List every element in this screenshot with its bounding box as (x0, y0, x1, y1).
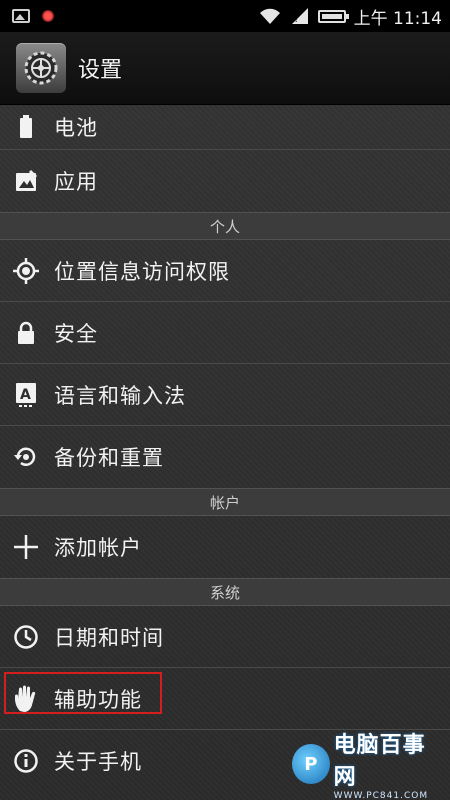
image-icon (12, 9, 30, 23)
setting-apps[interactable]: 应用 (0, 150, 450, 212)
setting-about-label: 关于手机 (54, 750, 142, 774)
watermark-text: 电脑百事网 WWW.PC841.COM (334, 727, 442, 800)
setting-apps-label: 应用 (54, 170, 98, 194)
setting-battery-label: 电池 (54, 115, 98, 140)
watermark-url: WWW.PC841.COM (333, 791, 429, 800)
setting-location-label: 位置信息访问权限 (54, 259, 230, 284)
plus-icon (2, 534, 50, 560)
backup-icon (2, 444, 50, 470)
setting-language[interactable]: A 语言和输入法 (0, 364, 450, 426)
section-header-system: 系统 (0, 578, 450, 606)
setting-accessibility-label: 辅助功能 (54, 687, 142, 712)
setting-datetime-label: 日期和时间 (54, 625, 164, 650)
status-time: 上午 11:14 (353, 8, 442, 29)
watermark-name: 电脑百事网 (333, 733, 426, 790)
clock-icon (2, 624, 50, 650)
settings-screen: ? 上午 11:14 设置 电池 应用 个人 位置信息访问权限 安全 A 语言和… (0, 0, 450, 800)
watermark: P 电脑百事网 WWW.PC841.COM (292, 733, 442, 800)
setting-backup[interactable]: 备份和重置 (0, 426, 450, 488)
apps-icon (2, 169, 50, 193)
setting-language-label: 语言和输入法 (54, 383, 186, 408)
page-title: 设置 (78, 58, 123, 83)
settings-list: 电池 应用 个人 位置信息访问权限 安全 A 语言和输入法 备份和重置 帐户 添… (0, 104, 450, 792)
setting-add-account[interactable]: 添加帐户 (0, 516, 450, 578)
lock-icon (2, 321, 50, 345)
signal-icon: ? (290, 7, 310, 25)
keyboard-icon: A (2, 382, 50, 408)
watermark-logo: P (292, 744, 330, 784)
setting-datetime[interactable]: 日期和时间 (0, 606, 450, 668)
setting-accessibility[interactable]: 辅助功能 (0, 668, 450, 730)
svg-text:?: ? (294, 15, 299, 25)
hand-icon (2, 685, 50, 713)
setting-battery[interactable]: 电池 (0, 104, 450, 150)
wifi-icon (258, 7, 282, 25)
status-bar: ? 上午 11:14 (0, 0, 450, 32)
setting-location[interactable]: 位置信息访问权限 (0, 240, 450, 302)
setting-security[interactable]: 安全 (0, 302, 450, 364)
action-bar: 设置 (0, 32, 450, 105)
setting-security-label: 安全 (54, 321, 98, 346)
section-header-accounts: 帐户 (0, 488, 450, 516)
status-right: ? 上午 11:14 (258, 4, 450, 29)
record-icon (42, 10, 54, 22)
battery-icon (317, 9, 349, 23)
location-icon (2, 257, 50, 284)
setting-add-account-label: 添加帐户 (54, 536, 142, 560)
svg-text:A: A (20, 387, 31, 403)
info-icon (2, 748, 50, 774)
settings-gear-icon[interactable] (16, 43, 66, 93)
setting-backup-label: 备份和重置 (54, 446, 164, 470)
status-left (0, 9, 54, 23)
section-header-personal: 个人 (0, 212, 450, 240)
battery-icon (2, 114, 50, 139)
